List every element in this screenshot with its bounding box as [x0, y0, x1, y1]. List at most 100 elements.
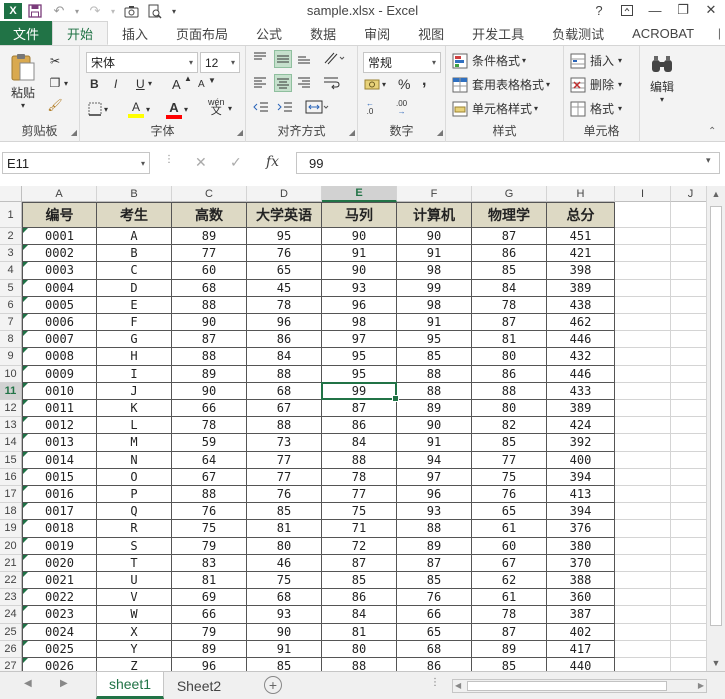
table-cell[interactable]: W	[97, 606, 172, 624]
table-cell[interactable]: 88	[322, 451, 397, 469]
row-header-19[interactable]: 19	[0, 520, 22, 538]
grid-cell[interactable]	[615, 382, 671, 400]
scroll-left-icon[interactable]: ◀	[455, 681, 461, 690]
table-cell[interactable]: 88	[247, 417, 322, 435]
table-cell[interactable]: 86	[472, 365, 547, 383]
table-cell[interactable]: 95	[247, 228, 322, 246]
grid-cell[interactable]	[615, 202, 671, 228]
table-cell[interactable]: 91	[397, 434, 472, 452]
next-sheet-icon[interactable]: ▶	[60, 678, 68, 689]
table-cell[interactable]: 392	[547, 434, 615, 452]
horizontal-scroll-thumb[interactable]	[467, 681, 667, 691]
row-header-16[interactable]: 16	[0, 468, 22, 486]
row-header-13[interactable]: 13	[0, 417, 22, 435]
formula-input[interactable]: 99	[296, 152, 720, 174]
sheet-tab-sheet2[interactable]: Sheet2	[166, 672, 232, 699]
table-cell[interactable]: C	[97, 262, 172, 280]
table-cell[interactable]: 85	[472, 658, 547, 671]
table-header-cell[interactable]: 编号	[22, 202, 97, 228]
table-cell[interactable]: 440	[547, 658, 615, 671]
table-cell[interactable]: 80	[322, 640, 397, 658]
table-cell[interactable]: 462	[547, 314, 615, 332]
table-cell[interactable]: N	[97, 451, 172, 469]
wrap-text-icon[interactable]	[322, 74, 342, 90]
grid-cell[interactable]	[615, 606, 671, 624]
table-cell[interactable]: 61	[472, 589, 547, 607]
grid-cell[interactable]	[615, 400, 671, 418]
grid-cell[interactable]	[615, 434, 671, 452]
align-left-icon[interactable]	[252, 74, 268, 90]
table-cell[interactable]: 87	[322, 554, 397, 572]
row-header-3[interactable]: 3	[0, 245, 22, 263]
minimize-button[interactable]: —	[641, 0, 669, 20]
table-cell[interactable]: 81	[172, 572, 247, 590]
tab-review[interactable]: 审阅	[350, 21, 404, 45]
row-header-7[interactable]: 7	[0, 314, 22, 332]
grid-cell[interactable]	[671, 202, 706, 228]
tab-page-layout[interactable]: 页面布局	[162, 21, 242, 45]
table-cell[interactable]: 86	[472, 245, 547, 263]
phonetic-icon[interactable]: wén 文	[208, 98, 225, 117]
worksheet-grid[interactable]: A B C D E F G H I J 1 编号 考生 高数 大学英语 马列 计算机 物理学 总分 2 0001 A 89 9…	[0, 186, 706, 671]
increase-indent-icon[interactable]	[276, 99, 294, 115]
row-header-9[interactable]: 9	[0, 348, 22, 366]
table-cell[interactable]: 77	[172, 245, 247, 263]
tab-data[interactable]: 数据	[296, 21, 350, 45]
grid-cell[interactable]	[615, 468, 671, 486]
grid-cell[interactable]	[615, 658, 671, 671]
table-cell[interactable]: 78	[247, 296, 322, 314]
grid-cell[interactable]	[615, 554, 671, 572]
table-cell[interactable]: 87	[322, 400, 397, 418]
row-header-25[interactable]: 25	[0, 623, 22, 641]
table-cell[interactable]: 360	[547, 589, 615, 607]
table-cell[interactable]: 84	[322, 606, 397, 624]
table-cell[interactable]: 451	[547, 228, 615, 246]
format-cells-button[interactable]: 格式 ▾	[570, 100, 622, 117]
grid-cell[interactable]	[615, 572, 671, 590]
grid-cell[interactable]	[615, 589, 671, 607]
column-header-a[interactable]: A	[22, 186, 97, 202]
grid-cell[interactable]	[615, 348, 671, 366]
grid-cell[interactable]	[615, 451, 671, 469]
camera-icon[interactable]	[120, 1, 142, 21]
expand-formula-bar-icon[interactable]: ▾	[706, 155, 711, 166]
row-header-6[interactable]: 6	[0, 296, 22, 314]
table-cell[interactable]: 96	[172, 658, 247, 671]
table-cell[interactable]: 96	[397, 486, 472, 504]
table-cell[interactable]: S	[97, 537, 172, 555]
percent-button[interactable]: %	[398, 76, 410, 92]
grid-cell[interactable]	[671, 520, 706, 538]
table-header-cell[interactable]: 大学英语	[247, 202, 322, 228]
table-cell[interactable]: L	[97, 417, 172, 435]
table-cell[interactable]: 66	[172, 606, 247, 624]
table-cell[interactable]: T	[97, 554, 172, 572]
grid-cell[interactable]	[615, 537, 671, 555]
table-cell[interactable]: 88	[172, 486, 247, 504]
table-cell[interactable]: 380	[547, 537, 615, 555]
sheet-bar-splitter-icon[interactable]: ⋮	[430, 677, 440, 688]
border-icon[interactable]: ▾	[88, 102, 108, 116]
table-cell[interactable]: K	[97, 400, 172, 418]
table-cell[interactable]: V	[97, 589, 172, 607]
row-header-21[interactable]: 21	[0, 554, 22, 572]
insert-function-button[interactable]: fx	[266, 154, 279, 170]
prev-sheet-icon[interactable]: ◀	[24, 678, 32, 689]
table-cell[interactable]: 60	[472, 537, 547, 555]
table-cell[interactable]: 85	[247, 503, 322, 521]
grid-cell[interactable]	[671, 658, 706, 671]
table-cell[interactable]: 88	[172, 296, 247, 314]
table-cell[interactable]: 87	[472, 228, 547, 246]
row-header-4[interactable]: 4	[0, 262, 22, 280]
text-orientation-icon[interactable]	[322, 50, 346, 66]
grid-cell[interactable]	[615, 262, 671, 280]
table-cell[interactable]: 0014	[22, 451, 97, 469]
table-cell[interactable]: 85	[472, 262, 547, 280]
paste-button[interactable]: 粘贴 ▾	[6, 52, 40, 110]
increase-decimal-button[interactable]: ← .0	[366, 100, 374, 116]
table-cell[interactable]: 76	[247, 245, 322, 263]
row-header-11[interactable]: 11	[0, 382, 22, 400]
table-cell[interactable]: 0003	[22, 262, 97, 280]
table-cell[interactable]: 0011	[22, 400, 97, 418]
cut-icon[interactable]: ✂	[46, 52, 64, 70]
table-cell[interactable]: 78	[472, 296, 547, 314]
